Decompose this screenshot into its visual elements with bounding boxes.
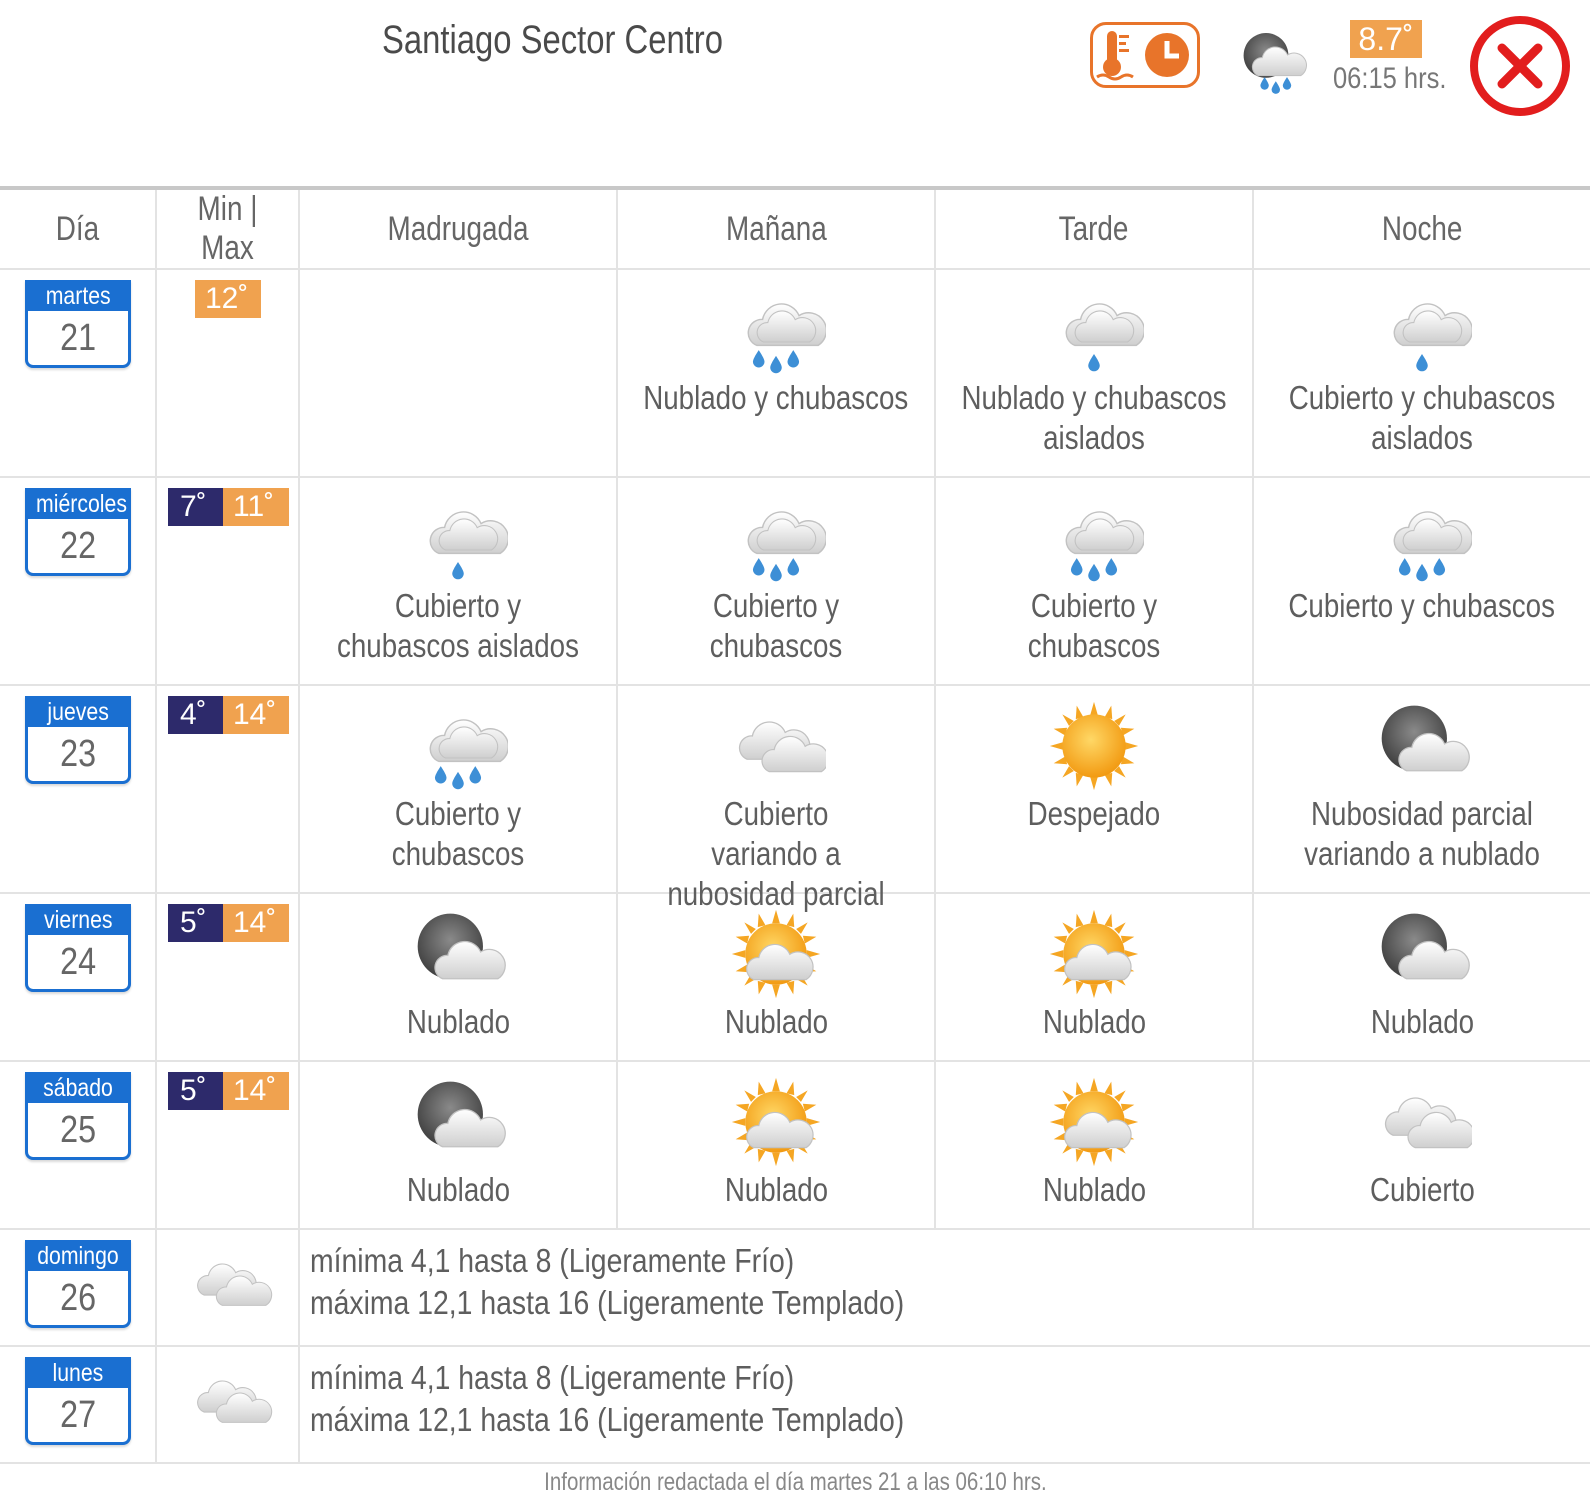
forecast-cell-empty: [298, 269, 617, 478]
col-header-madrugada: Madrugada: [298, 190, 617, 270]
moon-cloud-icon: [1372, 698, 1472, 794]
forecast-cell: Nublado y chubascos: [616, 269, 935, 478]
overcast-icon: [726, 698, 830, 794]
close-button[interactable]: [1470, 16, 1570, 116]
table-row: miércoles 22 7˚ 11˚ Cubierto y chubascos a…: [0, 477, 1590, 686]
max-temp-badge: 12˚: [195, 280, 261, 318]
min-range-text: mínima 4,1 hasta 8 (Ligeramente Frío): [310, 1359, 795, 1396]
cloud-drizzle-icon: [1044, 282, 1146, 378]
sun-cloud-icon: [726, 1074, 826, 1170]
cloud-rain-icon: [1044, 490, 1146, 586]
forecast-cell: Cubierto y chubascos: [934, 477, 1253, 686]
day-badge: miércoles 22: [25, 488, 131, 576]
min-temp-badge: 5˚: [168, 1072, 223, 1110]
forecast-cell: Despejado: [934, 685, 1253, 894]
moon-cloud-icon: [1372, 906, 1472, 1002]
min-temp-badge: 5˚: [168, 904, 223, 942]
overcast-icon: [1372, 1074, 1476, 1170]
forecast-cell: Cubierto y chubascos aislados: [298, 477, 617, 686]
day-badge: martes 21: [25, 280, 131, 368]
forecast-cell: Nubosidad parcial variando a nublado: [1252, 685, 1590, 894]
forecast-cell: Nublado: [934, 893, 1253, 1062]
forecast-cell: Cubierto y chubascos: [616, 477, 935, 686]
forecast-cell: Cubierto y chubascos aislados: [1252, 269, 1590, 478]
extended-forecast-text: mínima 4,1 hasta 8 (Ligeramente Frío) má…: [298, 1229, 1590, 1347]
col-header-noche: Noche: [1252, 190, 1590, 270]
header: Santiago Sector Centro 8.7˚ 06:15 hrs.: [0, 0, 1590, 188]
col-header-manana: Mañana: [616, 190, 935, 270]
cloud-rain-icon: [726, 282, 828, 378]
col-header-tarde: Tarde: [934, 190, 1253, 270]
extended-row: domingo 26 mínima 4,1 hasta 8 (Ligerament…: [0, 1229, 1590, 1347]
forecast-cell: Nublado: [1252, 893, 1590, 1062]
day-badge: lunes 27: [25, 1357, 131, 1445]
forecast-cell: Nublado y chubascos aislados: [934, 269, 1253, 478]
forecast-table: Día Min | Max Madrugada Mañana Tarde Noc…: [0, 190, 1590, 1464]
forecast-cell: Cubierto y chubascos: [1252, 477, 1590, 686]
forecast-cell: Cubierto y chubascos: [298, 685, 617, 894]
min-range-text: mínima 4,1 hasta 8 (Ligeramente Frío): [310, 1242, 795, 1279]
max-temp-badge: 11˚: [223, 488, 289, 526]
cloud-drizzle-icon: [1372, 282, 1474, 378]
table-row: sábado 25 5˚ 14˚ Nublado Nublado Nublado C…: [0, 1061, 1590, 1230]
min-temp-badge: 4˚: [168, 696, 223, 734]
max-range-text: máxima 12,1 hasta 16 (Ligeramente Templa…: [310, 1401, 905, 1438]
extended-row: lunes 27 mínima 4,1 hasta 8 (Ligeramente …: [0, 1346, 1590, 1464]
extended-forecast-text: mínima 4,1 hasta 8 (Ligeramente Frío) má…: [298, 1346, 1590, 1464]
cloud-rain-icon: [726, 490, 828, 586]
current-condition-icon: [1238, 26, 1308, 96]
table-row: martes 21 12˚ Nublado y chubascos Nublado…: [0, 269, 1590, 478]
forecast-cell: Nublado: [616, 893, 935, 1062]
sun-cloud-icon: [1044, 906, 1144, 1002]
max-temp-badge: 14˚: [223, 904, 289, 942]
thermometer-clock-icon: [1096, 31, 1189, 81]
col-header-day: Día: [0, 190, 156, 270]
overcast-icon: [183, 1361, 273, 1441]
current-time: 06:15 hrs.: [1333, 62, 1447, 95]
sun-cloud-icon: [1044, 1074, 1144, 1170]
forecast-cell: Nublado: [934, 1061, 1253, 1230]
forecast-cell: Cubierto: [1252, 1061, 1590, 1230]
min-max-temps: 12˚: [168, 280, 261, 318]
cloud-rain-icon: [408, 698, 510, 794]
table-row: viernes 24 5˚ 14˚ Nublado Nublado Nublado …: [0, 893, 1590, 1062]
min-max-temps: 7˚ 11˚: [168, 488, 289, 526]
table-row: jueves 23 4˚ 14˚ Cubierto y chubascos Cubi…: [0, 685, 1590, 912]
day-badge: sábado 25: [25, 1072, 131, 1160]
overcast-icon: [183, 1244, 273, 1324]
max-range-text: máxima 12,1 hasta 16 (Ligeramente Templa…: [310, 1284, 905, 1321]
min-temp-badge: 7˚: [168, 488, 223, 526]
cloud-rain-icon: [1372, 490, 1474, 586]
current-temperature-badge: 8.7˚: [1350, 20, 1422, 58]
temperature-clock-button[interactable]: [1090, 22, 1200, 88]
sun-icon: [1044, 698, 1144, 794]
cloud-drizzle-icon: [408, 490, 510, 586]
day-badge: domingo 26: [25, 1240, 131, 1328]
min-max-temps: 5˚ 14˚: [168, 1072, 289, 1110]
day-badge: jueves 23: [25, 696, 131, 784]
day-badge: viernes 24: [25, 904, 131, 992]
forecast-cell: Nublado: [616, 1061, 935, 1230]
forecast-cell: Nublado: [298, 1061, 617, 1230]
max-temp-badge: 14˚: [223, 696, 289, 734]
page-title: Santiago Sector Centro: [382, 18, 723, 62]
min-max-temps: 5˚ 14˚: [168, 904, 289, 942]
forecast-cell: Cubierto variando a nubosidad parcial: [616, 685, 935, 912]
max-temp-badge: 14˚: [223, 1072, 289, 1110]
footer-note: Información redactada el día martes 21 a…: [543, 1468, 1047, 1496]
sun-cloud-icon: [726, 906, 826, 1002]
moon-cloud-icon: [408, 1074, 508, 1170]
col-header-minmax: Min | Max: [155, 190, 299, 270]
moon-cloud-icon: [408, 906, 508, 1002]
close-icon: [1497, 43, 1543, 89]
min-max-temps: 4˚ 14˚: [168, 696, 289, 734]
forecast-cell: Nublado: [298, 893, 617, 1062]
